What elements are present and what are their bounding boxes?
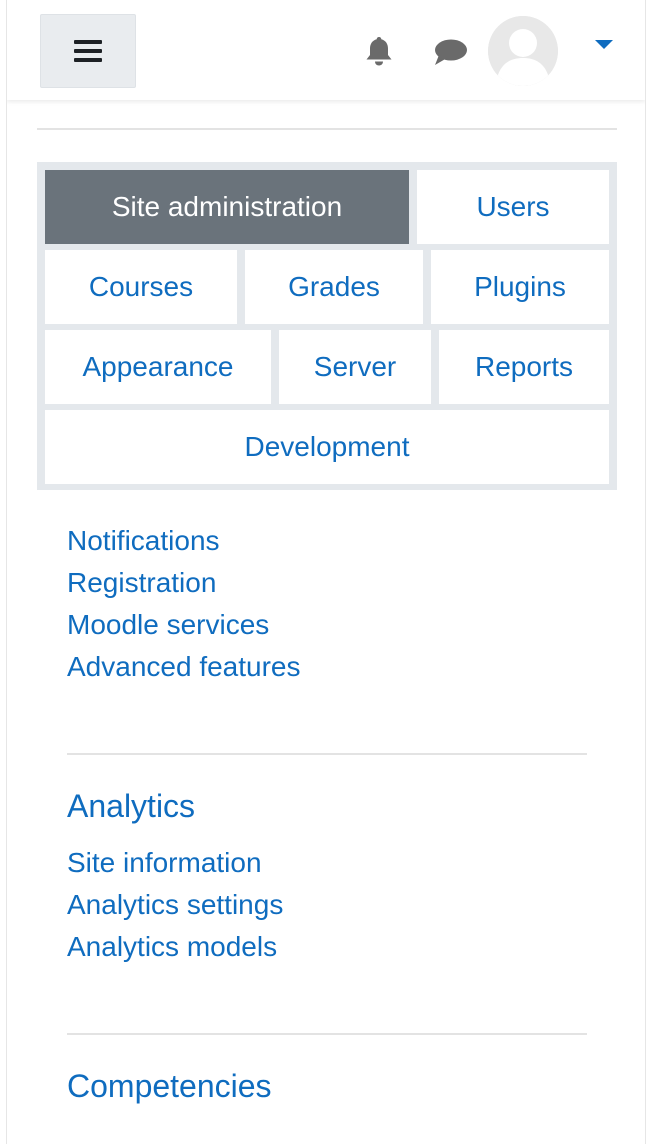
tab-appearance[interactable]: Appearance xyxy=(45,330,271,404)
hamburger-icon xyxy=(74,40,102,62)
section-divider xyxy=(67,1033,587,1035)
competencies-heading-link[interactable]: Competencies xyxy=(67,1068,272,1105)
page-frame: Site administration Users Courses Grades… xyxy=(6,0,646,1144)
tab-users[interactable]: Users xyxy=(417,170,609,244)
tab-grades[interactable]: Grades xyxy=(245,250,423,324)
link-registration[interactable]: Registration xyxy=(67,567,216,599)
divider xyxy=(37,128,617,130)
link-site-information[interactable]: Site information xyxy=(67,847,262,879)
analytics-heading-link[interactable]: Analytics xyxy=(67,788,195,825)
top-navbar xyxy=(7,0,645,100)
tab-reports[interactable]: Reports xyxy=(439,330,609,404)
tab-plugins[interactable]: Plugins xyxy=(431,250,609,324)
section-divider xyxy=(67,753,587,755)
link-analytics-settings[interactable]: Analytics settings xyxy=(67,889,283,921)
link-moodle-services[interactable]: Moodle services xyxy=(67,609,269,641)
admin-tabs: Site administration Users Courses Grades… xyxy=(37,162,617,490)
tab-courses[interactable]: Courses xyxy=(45,250,237,324)
bell-icon[interactable] xyxy=(362,34,396,68)
tab-site-administration[interactable]: Site administration xyxy=(45,170,409,244)
nav-drawer-toggle-button[interactable] xyxy=(40,14,136,88)
link-analytics-models[interactable]: Analytics models xyxy=(67,931,277,963)
chat-bubble-icon[interactable] xyxy=(432,38,468,68)
tab-server[interactable]: Server xyxy=(279,330,431,404)
link-notifications[interactable]: Notifications xyxy=(67,525,220,557)
default-user-icon xyxy=(488,16,558,86)
tab-development[interactable]: Development xyxy=(45,410,609,484)
caret-down-icon[interactable] xyxy=(595,40,613,49)
user-avatar[interactable] xyxy=(488,16,558,86)
link-advanced-features[interactable]: Advanced features xyxy=(67,651,301,683)
